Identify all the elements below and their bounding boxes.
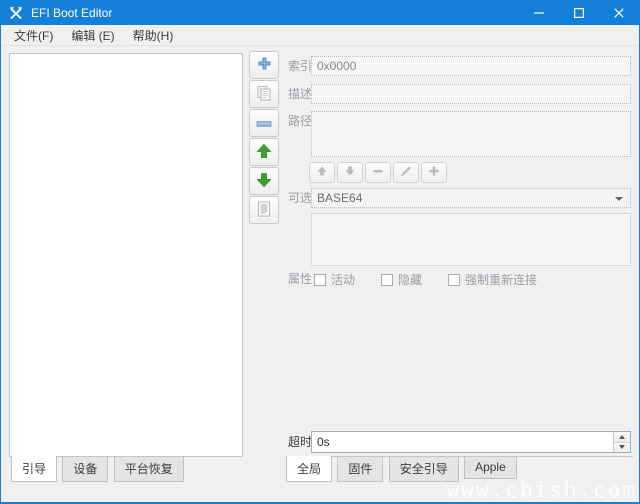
boot-entries-list[interactable]: [9, 53, 243, 457]
menu-help[interactable]: 帮助(H): [127, 25, 180, 46]
close-button[interactable]: [599, 1, 639, 25]
path-move-up-button[interactable]: [309, 162, 335, 183]
timeout-spinner[interactable]: 0s: [311, 431, 631, 453]
arrow-up-icon: [256, 143, 272, 162]
triangle-down-icon: [619, 445, 625, 449]
optional-data-field[interactable]: [311, 213, 631, 266]
remove-entry-button[interactable]: [249, 109, 279, 137]
timeout-label: 超时: [288, 432, 312, 452]
optional-format-value: BASE64: [317, 191, 362, 205]
menubar: 文件(F) 编辑 (E) 帮助(H): [2, 25, 638, 46]
description-label: 描述: [288, 84, 312, 104]
checkbox-icon: [314, 274, 326, 286]
menu-file[interactable]: 文件(F): [8, 25, 59, 46]
left-tabrow: 引导 设备 平台恢复: [11, 457, 186, 480]
index-label: 索引: [288, 56, 312, 76]
menu-edit[interactable]: 编辑 (E): [65, 25, 120, 46]
plus-icon: [428, 165, 440, 180]
path-add-button[interactable]: [421, 162, 447, 183]
arrow-down-icon: [344, 165, 356, 180]
spin-down-button[interactable]: [614, 443, 630, 453]
spinner-buttons: [613, 432, 630, 452]
duplicate-entry-button[interactable]: [249, 80, 279, 108]
arrow-down-icon: [256, 172, 272, 191]
index-field[interactable]: 0x0000: [311, 56, 631, 76]
pencil-icon: [400, 165, 412, 180]
attributes-label: 属性: [288, 269, 312, 289]
checkbox-hidden[interactable]: 隐藏: [381, 271, 422, 288]
path-move-down-button[interactable]: [337, 162, 363, 183]
arrow-up-icon: [316, 165, 328, 180]
tab-devices[interactable]: 设备: [62, 457, 108, 482]
attributes-row: 活动 隐藏 强制重新连接: [314, 271, 563, 288]
triangle-up-icon: [619, 435, 625, 439]
tab-global[interactable]: 全局: [286, 456, 332, 482]
window-title: EFI Boot Editor: [31, 6, 112, 20]
entry-toolbar: [249, 51, 279, 225]
wrench-tools-icon: [9, 6, 23, 20]
checkbox-force-reconnect[interactable]: 强制重新连接: [448, 271, 537, 288]
minus-icon: [372, 165, 384, 180]
checkbox-icon: [448, 274, 460, 286]
copy-icon: [256, 85, 272, 104]
description-field[interactable]: [311, 84, 631, 104]
details-button[interactable]: [249, 196, 279, 224]
minus-icon: [256, 116, 272, 130]
tab-firmware[interactable]: 固件: [337, 457, 383, 482]
efi-boot-editor-window: EFI Boot Editor 文件(F) 编辑 (E) 帮助(H) 引导 设备…: [0, 0, 640, 504]
right-tabrow: 全局 固件 安全引导 Apple: [286, 456, 633, 479]
path-remove-button[interactable]: [365, 162, 391, 183]
checkbox-active[interactable]: 活动: [314, 271, 355, 288]
add-entry-button[interactable]: [249, 51, 279, 79]
plus-icon: [257, 56, 272, 74]
checkbox-icon: [381, 274, 393, 286]
path-label: 路径: [288, 111, 312, 131]
path-edit-button[interactable]: [393, 162, 419, 183]
chevron-down-icon: [615, 197, 623, 201]
watermark: www.cbish.com: [447, 478, 637, 502]
document-lines-icon: [257, 201, 271, 220]
path-field[interactable]: [311, 111, 631, 157]
window-controls: [519, 1, 639, 25]
move-down-button[interactable]: [249, 167, 279, 195]
tab-boot[interactable]: 引导: [11, 456, 57, 482]
minimize-button[interactable]: [519, 1, 559, 25]
timeout-value: 0s: [317, 435, 330, 449]
spin-up-button[interactable]: [614, 432, 630, 443]
tab-apple[interactable]: Apple: [464, 457, 517, 479]
optional-format-select[interactable]: BASE64: [311, 188, 631, 208]
move-up-button[interactable]: [249, 138, 279, 166]
optional-label: 可选: [288, 188, 312, 208]
path-toolbar: [309, 162, 449, 183]
tab-platform-recovery[interactable]: 平台恢复: [114, 457, 184, 482]
maximize-button[interactable]: [559, 1, 599, 25]
titlebar: EFI Boot Editor: [1, 1, 639, 25]
